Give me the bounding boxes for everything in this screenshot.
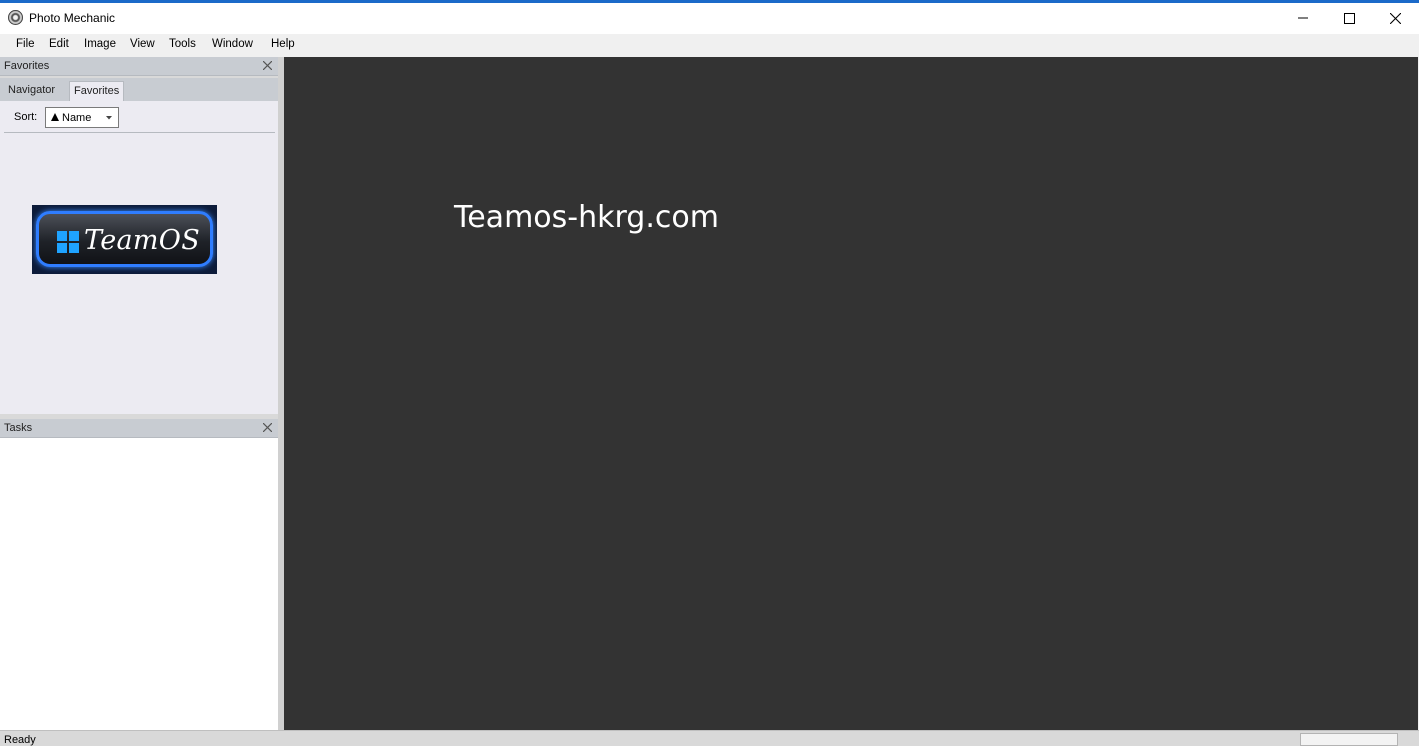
chevron-down-icon	[106, 116, 112, 120]
menu-view[interactable]: View	[130, 38, 155, 50]
close-panel-button[interactable]	[260, 58, 274, 72]
menu-help[interactable]: Help	[271, 38, 295, 50]
tab-favorites[interactable]: Favorites	[69, 81, 125, 101]
menu-bar: File Edit Image View Tools Window Help	[0, 34, 1419, 56]
status-progress-slot	[1300, 733, 1398, 746]
favorite-item-thumbnail[interactable]: TeamOS	[32, 205, 217, 274]
menu-file[interactable]: File	[16, 38, 35, 50]
teamos-logo: TeamOS	[36, 211, 213, 267]
sort-ascending-icon	[51, 113, 59, 121]
window-title: Photo Mechanic	[29, 11, 116, 25]
menu-image[interactable]: Image	[84, 38, 116, 50]
close-icon	[262, 60, 272, 70]
watermark-text: Teamos-hkrg.com	[454, 200, 719, 235]
minimize-icon	[1298, 17, 1308, 19]
windows-logo-icon	[57, 231, 79, 253]
sort-value: Name	[62, 112, 92, 124]
main-workspace[interactable]: Teamos-hkrg.com	[284, 57, 1418, 730]
sort-label: Sort:	[14, 111, 38, 123]
tasks-panel-header[interactable]: Tasks	[0, 419, 278, 438]
sort-dropdown[interactable]: Name	[45, 107, 119, 128]
camera-aperture-icon[interactable]	[8, 10, 23, 25]
status-bar: Ready	[0, 730, 1419, 746]
status-text: Ready	[4, 734, 36, 746]
favorites-panel-title: Favorites	[4, 60, 50, 72]
minimize-button[interactable]	[1280, 3, 1326, 33]
logo-text: TeamOS	[84, 225, 201, 256]
favorites-panel-header[interactable]: Favorites	[0, 57, 278, 76]
title-bar[interactable]: Photo Mechanic	[0, 3, 1419, 34]
tasks-body	[0, 438, 278, 730]
maximize-icon	[1343, 12, 1355, 24]
close-window-button[interactable]	[1372, 3, 1418, 33]
tab-navigator[interactable]: Navigator	[4, 81, 59, 101]
menu-window[interactable]: Window	[212, 38, 253, 50]
maximize-button[interactable]	[1326, 3, 1372, 33]
close-icon	[262, 422, 272, 432]
menu-edit[interactable]: Edit	[49, 38, 69, 50]
menu-tools[interactable]: Tools	[169, 38, 196, 50]
close-panel-button[interactable]	[260, 420, 274, 434]
close-icon	[1389, 12, 1401, 24]
divider	[4, 132, 275, 133]
favorites-tabstrip: Navigator Favorites	[0, 78, 278, 101]
tasks-panel-title: Tasks	[4, 422, 33, 434]
